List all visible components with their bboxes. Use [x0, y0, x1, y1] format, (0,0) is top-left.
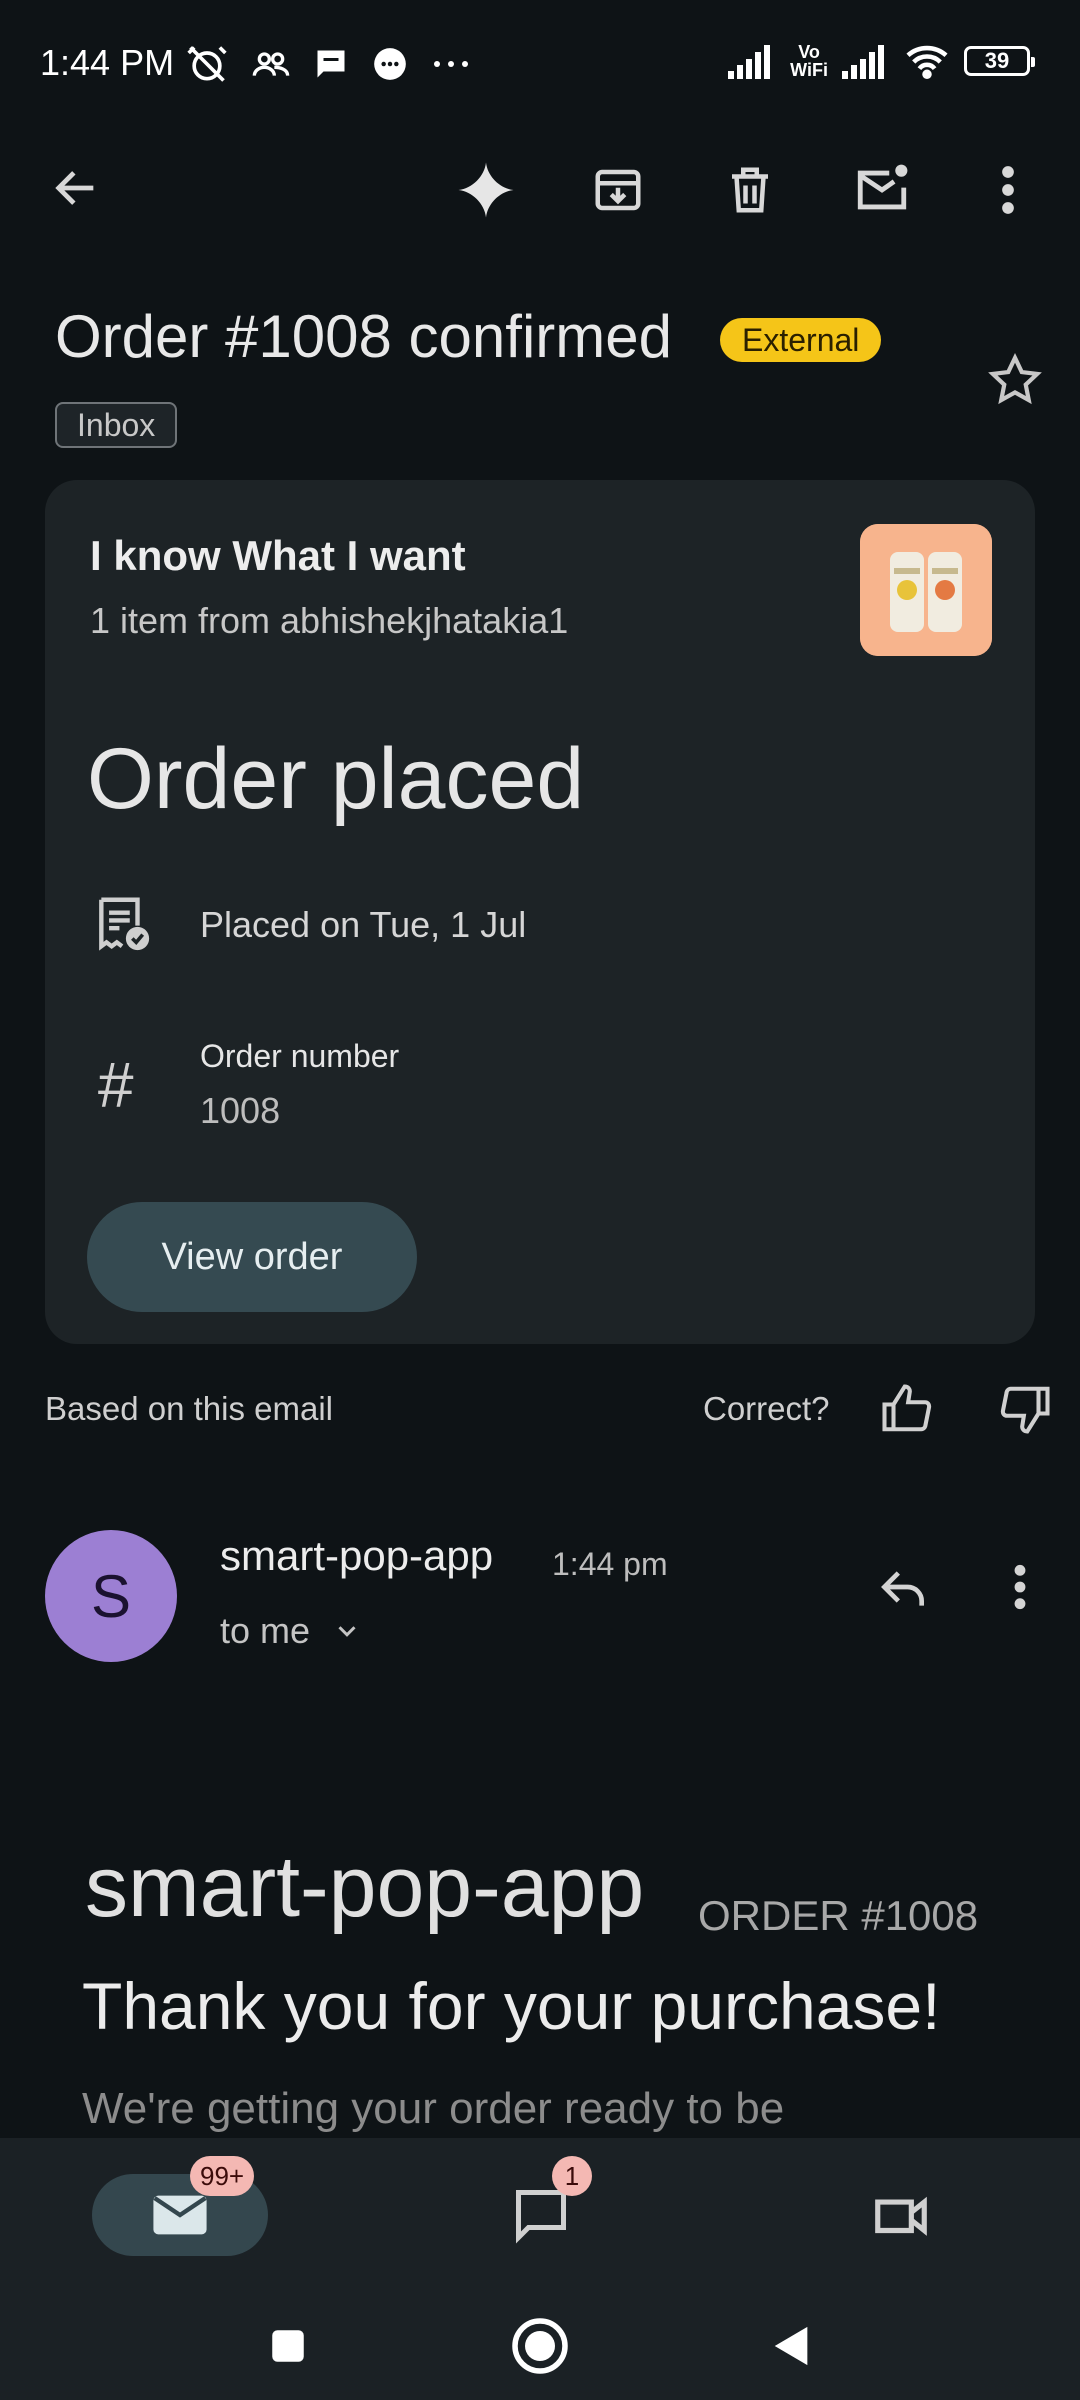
signal-icon-2 [842, 45, 884, 79]
sender-avatar[interactable]: S [45, 1530, 177, 1662]
inbox-label-chip[interactable]: Inbox [55, 402, 178, 448]
back-arrow-icon [55, 171, 94, 205]
email-subject: Order #1008 confirmed [55, 303, 672, 370]
vowifi-indicator: Vo WiFi [790, 42, 828, 80]
body-shop-name: smart-pop-app [85, 1839, 645, 1935]
back-triangle-icon [774, 2326, 808, 2366]
recents-button[interactable] [248, 2306, 328, 2386]
status-notification-icons [185, 42, 471, 86]
order-summary-card: I know What I want 1 item from abhishekj… [45, 480, 1035, 1344]
nav-meet-tab[interactable] [860, 2174, 942, 2256]
chat-icon [516, 2190, 566, 2244]
thumbs-up-button[interactable] [876, 1378, 938, 1440]
correct-question: Correct? [703, 1390, 830, 1427]
bottom-navigation: 99+ 1 [0, 2138, 1080, 2400]
recipient-toggle[interactable]: to me [220, 1610, 362, 1652]
mark-unread-button[interactable] [842, 150, 922, 230]
message-more-button[interactable] [990, 1552, 1050, 1622]
more-vert-icon [1014, 1564, 1026, 1610]
sender-name: smart-pop-app [220, 1532, 494, 1579]
body-text: We're getting your order ready to be [82, 2084, 785, 2133]
thumbs-up-icon [882, 1384, 932, 1432]
home-circle-icon [512, 2318, 568, 2374]
external-badge: External [720, 318, 882, 362]
video-camera-icon [875, 2196, 927, 2236]
receipt-check-icon [99, 897, 150, 951]
mail-icon [153, 2195, 207, 2235]
order-number-label: Order number [200, 1038, 400, 1074]
back-nav-button[interactable] [752, 2306, 832, 2386]
view-order-button[interactable]: View order [87, 1202, 417, 1312]
gemini-sparkle-icon [458, 162, 514, 218]
square-icon [272, 2330, 304, 2362]
mark-unread-icon [857, 164, 908, 210]
body-order-reference: ORDER #1008 [698, 1892, 979, 1939]
order-card-title: I know What I want [90, 532, 466, 579]
group-icon [252, 52, 290, 76]
reply-icon [881, 1571, 924, 1606]
archive-button[interactable] [578, 150, 658, 230]
placed-on-text: Placed on Tue, 1 Jul [200, 904, 527, 945]
archive-icon [595, 169, 641, 211]
sender-time: 1:44 pm [552, 1546, 668, 1582]
mail-count-badge: 99+ [190, 2156, 255, 2196]
back-button[interactable] [36, 148, 116, 228]
battery-indicator: 39 [964, 46, 1035, 76]
home-button[interactable] [500, 2306, 580, 2386]
more-options-button[interactable] [968, 150, 1048, 230]
signal-icon [728, 45, 771, 79]
order-card-subtitle: 1 item from abhishekjhatakia1 [90, 600, 569, 641]
chat-bubble-icon [374, 48, 406, 80]
message-icon [317, 50, 345, 78]
wifi-icon [906, 45, 948, 80]
star-button[interactable] [980, 345, 1050, 415]
more-vert-icon [1002, 166, 1014, 214]
order-status: Order placed [87, 731, 585, 827]
delete-icon [732, 167, 768, 213]
chat-count-badge: 1 [552, 2156, 592, 2196]
hash-icon: # [97, 1049, 133, 1121]
status-bar: 1:44 PM Vo WiFi 39 [0, 0, 1080, 120]
product-thumbnail [860, 524, 992, 656]
star-icon [988, 352, 1042, 405]
more-notifications-icon [434, 61, 468, 67]
gemini-button[interactable] [446, 150, 526, 230]
status-time: 1:44 PM [40, 42, 175, 83]
delete-button[interactable] [710, 150, 790, 230]
thumbs-down-button[interactable] [994, 1378, 1056, 1440]
order-number-value: 1008 [200, 1090, 281, 1131]
thumbs-down-icon [1000, 1386, 1050, 1434]
body-thank-you-heading: Thank you for your purchase! [82, 1969, 941, 2043]
recipient-text: to me [220, 1610, 311, 1651]
chevron-down-icon [338, 1626, 356, 1637]
reply-button[interactable] [868, 1552, 938, 1622]
status-system-icons: Vo WiFi 39 [728, 42, 1035, 80]
alarm-off-icon [187, 46, 227, 82]
based-on-email-text: Based on this email [45, 1390, 333, 1427]
